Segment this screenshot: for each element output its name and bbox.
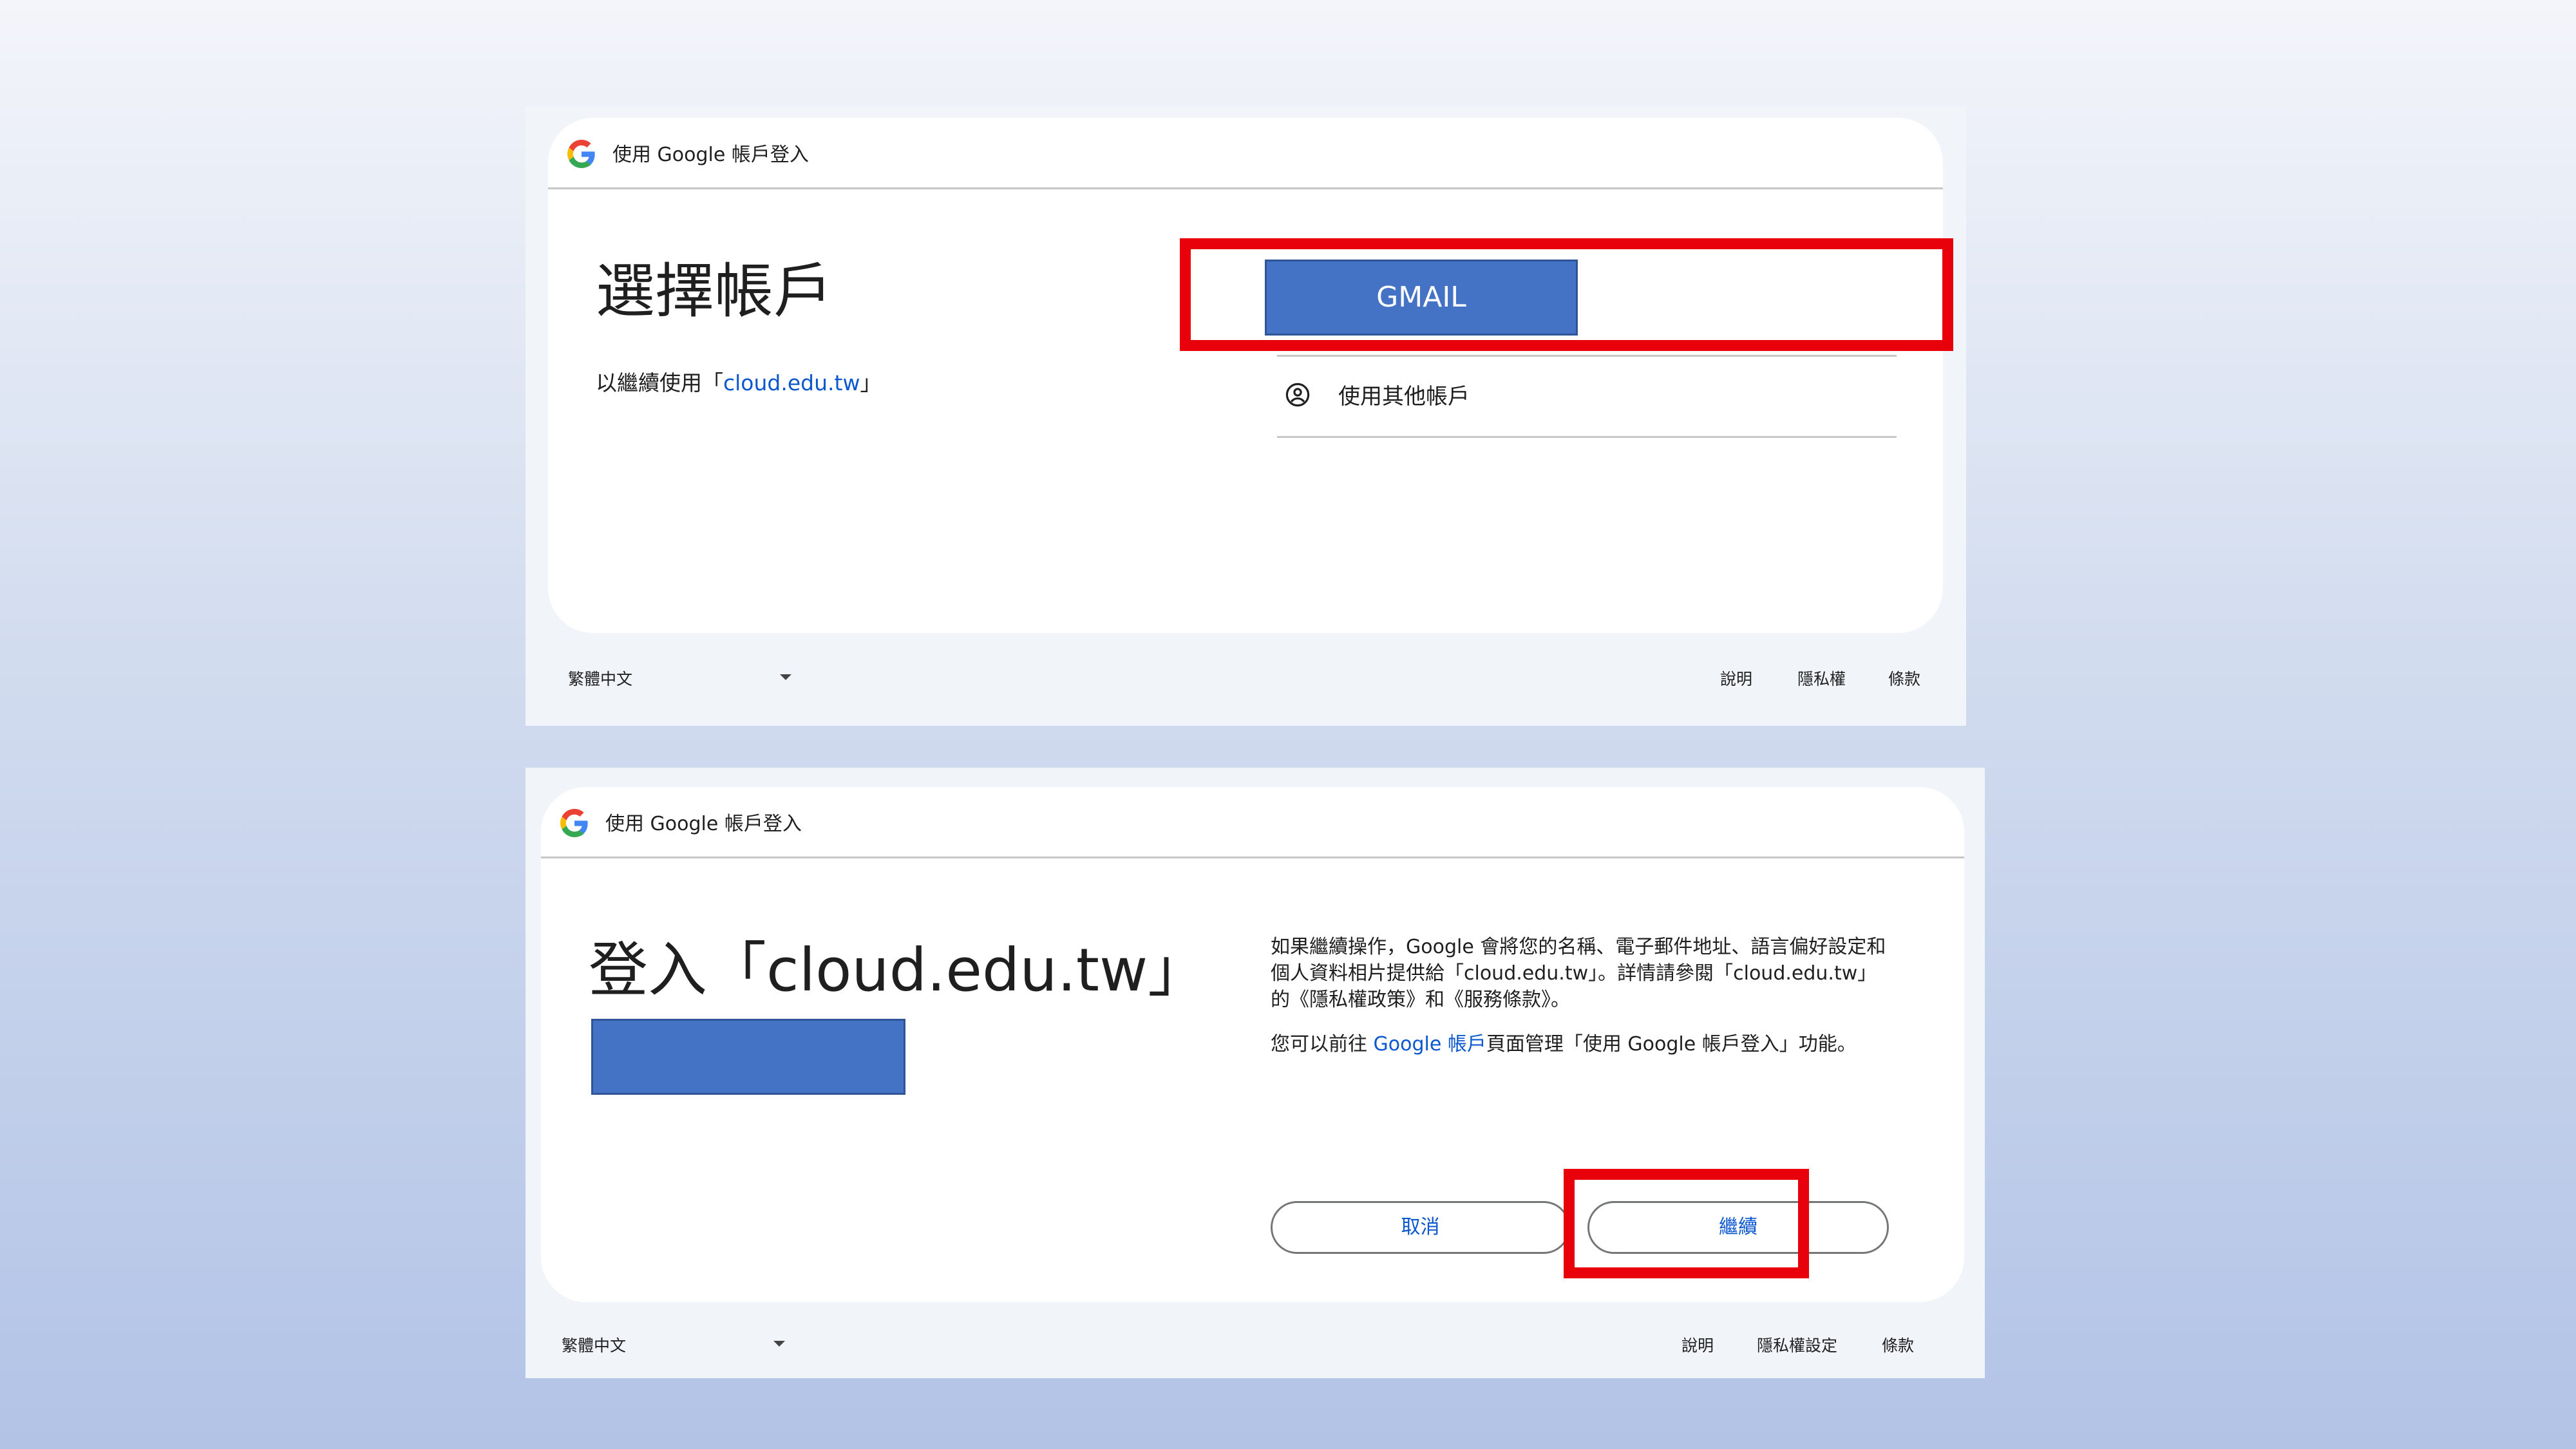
consent-text: 如果繼續操作，Google 會將您的名稱、電子郵件地址、語言偏好設定和個人資料相… bbox=[1271, 934, 1889, 1075]
consent-paragraph-1: 如果繼續操作，Google 會將您的名稱、電子郵件地址、語言偏好設定和個人資料相… bbox=[1271, 936, 1886, 1011]
caret-down-icon[interactable] bbox=[773, 1341, 785, 1347]
use-another-account-option[interactable]: 使用其他帳戶 bbox=[1285, 365, 1904, 429]
account-circle-icon bbox=[1285, 383, 1310, 407]
page-title: 選擇帳戶 bbox=[596, 257, 833, 326]
privacy-settings-link[interactable]: 隱私權設定 bbox=[1757, 1333, 1837, 1356]
help-link[interactable]: 說明 bbox=[1681, 1333, 1714, 1356]
google-logo-icon bbox=[560, 809, 588, 837]
highlight-box-continue bbox=[1564, 1169, 1809, 1278]
header-title: 使用 Google 帳戶登入 bbox=[612, 144, 809, 166]
terms-link[interactable]: 條款 bbox=[1882, 1333, 1914, 1356]
divider bbox=[1277, 436, 1897, 438]
google-account-link[interactable]: Google 帳戶 bbox=[1374, 1033, 1486, 1056]
choose-account-screenshot: 使用 Google 帳戶登入 選擇帳戶 以繼續使用「cloud.edu.tw」 … bbox=[526, 106, 1966, 726]
page-title: 登入「cloud.edu.tw」 bbox=[589, 936, 1208, 1005]
site-link[interactable]: cloud.edu.tw bbox=[723, 370, 860, 395]
footer: 繁體中文 說明 隱私權設定 條款 bbox=[526, 1320, 1985, 1365]
page-subtitle: 以繼續使用「cloud.edu.tw」 bbox=[596, 366, 881, 397]
help-link[interactable]: 說明 bbox=[1720, 667, 1752, 690]
consent-p2-prefix: 您可以前往 bbox=[1271, 1033, 1374, 1056]
privacy-link[interactable]: 隱私權 bbox=[1797, 667, 1846, 690]
language-selector[interactable]: 繁體中文 bbox=[568, 667, 632, 690]
cancel-button[interactable]: 取消 bbox=[1271, 1201, 1570, 1254]
subtitle-suffix: 」 bbox=[860, 370, 882, 395]
header-title: 使用 Google 帳戶登入 bbox=[605, 813, 802, 835]
consent-paragraph-2: 您可以前往 Google 帳戶頁面管理「使用 Google 帳戶登入」功能。 bbox=[1271, 1031, 1889, 1057]
terms-link[interactable]: 條款 bbox=[1888, 667, 1920, 690]
divider bbox=[1277, 355, 1897, 357]
card-header: 使用 Google 帳戶登入 bbox=[541, 787, 1964, 858]
card-header: 使用 Google 帳戶登入 bbox=[548, 118, 1943, 189]
caret-down-icon[interactable] bbox=[780, 674, 791, 680]
choose-account-card: 使用 Google 帳戶登入 選擇帳戶 以繼續使用「cloud.edu.tw」 … bbox=[548, 118, 1943, 633]
consent-p2-suffix: 頁面管理「使用 Google 帳戶登入」功能。 bbox=[1486, 1033, 1857, 1056]
google-logo-icon bbox=[567, 140, 595, 168]
footer: 繁體中文 說明 隱私權 條款 bbox=[526, 654, 1966, 699]
consent-screenshot: 使用 Google 帳戶登入 登入「cloud.edu.tw」 如果繼續操作，G… bbox=[526, 768, 1985, 1378]
use-another-account-label: 使用其他帳戶 bbox=[1338, 384, 1470, 410]
language-selector[interactable]: 繁體中文 bbox=[562, 1333, 626, 1356]
masked-account-email bbox=[591, 1019, 905, 1095]
subtitle-prefix: 以繼續使用「 bbox=[596, 370, 723, 395]
highlight-box-gmail bbox=[1180, 238, 1953, 351]
